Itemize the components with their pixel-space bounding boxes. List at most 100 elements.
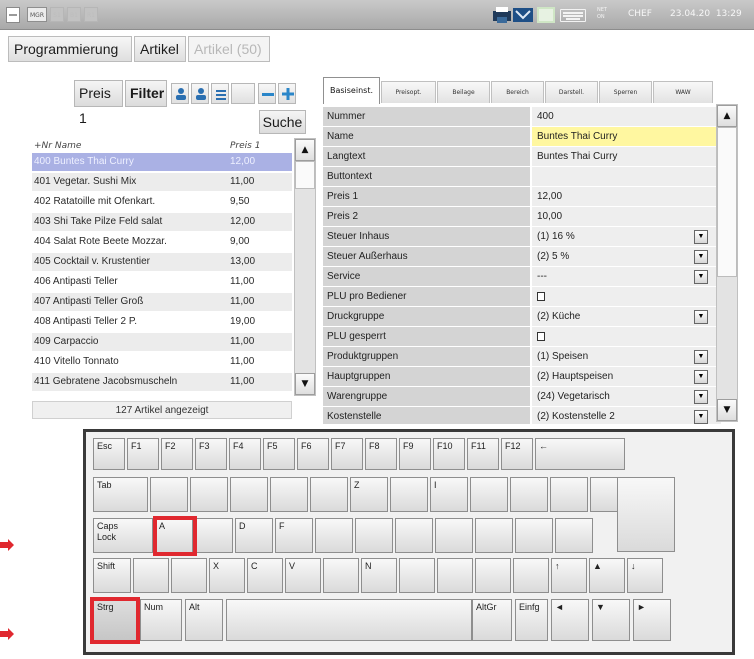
property-value[interactable] bbox=[532, 167, 721, 186]
key-f5[interactable]: F5 bbox=[263, 438, 295, 470]
list-item[interactable]: 409 Carpaccio 11,00 bbox=[32, 333, 292, 351]
key-f7[interactable]: F7 bbox=[331, 438, 363, 470]
dropdown-arrow-icon[interactable]: ▼ bbox=[694, 230, 708, 244]
key-f[interactable]: F bbox=[275, 518, 313, 553]
key[interactable] bbox=[437, 558, 473, 593]
key[interactable] bbox=[550, 477, 588, 512]
property-value[interactable]: 10,00 bbox=[532, 207, 721, 226]
property-value[interactable]: (2) Hauptspeisen ▼ bbox=[532, 367, 721, 386]
property-row[interactable]: Preis 2 10,00 bbox=[323, 207, 721, 227]
key[interactable] bbox=[515, 518, 553, 553]
key-d[interactable]: D bbox=[235, 518, 273, 553]
list-item[interactable]: 404 Salat Rote Beete Mozzar. 9,00 bbox=[32, 233, 292, 251]
property-value[interactable]: (2) 5 % ▼ bbox=[532, 247, 721, 266]
blank-icon[interactable] bbox=[231, 83, 255, 104]
key-f3[interactable]: F3 bbox=[195, 438, 227, 470]
property-row[interactable]: Buttontext bbox=[323, 167, 721, 187]
property-value[interactable]: (1) Speisen ▼ bbox=[532, 347, 721, 366]
station-tab-r1[interactable]: R1 bbox=[84, 7, 98, 22]
key-f4[interactable]: F4 bbox=[229, 438, 261, 470]
key-f9[interactable]: F9 bbox=[399, 438, 431, 470]
key-arrow-up[interactable]: ▲ bbox=[589, 558, 625, 593]
list-item[interactable]: 402 Ratatoille mit Ofenkart. 9,50 bbox=[32, 193, 292, 211]
key[interactable] bbox=[270, 477, 308, 512]
station-tab-s1[interactable]: S1 bbox=[50, 7, 64, 22]
property-value[interactable]: --- ▼ bbox=[532, 267, 721, 286]
key-i[interactable]: I bbox=[430, 477, 468, 512]
key[interactable] bbox=[395, 518, 433, 553]
key-esc[interactable]: Esc bbox=[93, 438, 125, 470]
key-backspace[interactable]: ← bbox=[535, 438, 625, 470]
tab-bereich[interactable]: Bereich bbox=[491, 81, 544, 103]
tab-sperren[interactable]: Sperren bbox=[599, 81, 652, 103]
key[interactable] bbox=[310, 477, 348, 512]
price-level-button[interactable]: Preis 1 bbox=[74, 80, 123, 126]
key-f10[interactable]: F10 bbox=[433, 438, 465, 470]
article-list[interactable]: 400 Buntes Thai Curry 12,00 401 Vegetar. S… bbox=[32, 153, 292, 399]
printer-icon[interactable] bbox=[491, 5, 513, 29]
scroll-thumb[interactable] bbox=[295, 161, 315, 189]
tab-beilage[interactable]: Beilage bbox=[437, 81, 490, 103]
key[interactable] bbox=[171, 558, 207, 593]
key-up[interactable]: ↑ bbox=[551, 558, 587, 593]
key[interactable] bbox=[150, 477, 188, 512]
key-f8[interactable]: F8 bbox=[365, 438, 397, 470]
property-row[interactable]: Preis 1 12,00 bbox=[323, 187, 721, 207]
breadcrumb-artikel[interactable]: Artikel bbox=[134, 36, 186, 62]
property-value[interactable]: (2) Kostenstelle 2 ▼ bbox=[532, 407, 721, 424]
list-item[interactable]: 408 Antipasti Teller 2 P. 19,00 bbox=[32, 313, 292, 331]
person-icon[interactable] bbox=[171, 83, 189, 104]
list-item[interactable]: 407 Antipasti Teller Groß 11,00 bbox=[32, 293, 292, 311]
key-down[interactable]: ↓ bbox=[627, 558, 663, 593]
key-einfg[interactable]: Einfg bbox=[515, 599, 548, 641]
list-icon[interactable] bbox=[211, 83, 229, 104]
property-row[interactable]: PLU gesperrt bbox=[323, 327, 721, 347]
tab-basiseinst[interactable]: Basiseinst. bbox=[323, 77, 380, 104]
property-row[interactable]: Langtext Buntes Thai Curry bbox=[323, 147, 721, 167]
property-value[interactable]: 12,00 bbox=[532, 187, 721, 206]
dropdown-arrow-icon[interactable]: ▼ bbox=[694, 390, 708, 404]
property-row[interactable]: Druckgruppe (2) Küche ▼ bbox=[323, 307, 721, 327]
property-row[interactable]: Steuer Außerhaus (2) 5 % ▼ bbox=[323, 247, 721, 267]
key-right[interactable]: ► bbox=[633, 599, 671, 641]
key[interactable] bbox=[195, 518, 233, 553]
list-scrollbar[interactable]: ▲ ▼ bbox=[294, 138, 316, 396]
key-capslock[interactable]: Caps Lock bbox=[93, 518, 153, 553]
property-row[interactable]: Warengruppe (24) Vegetarisch ▼ bbox=[323, 387, 721, 407]
scroll-down-button[interactable]: ▼ bbox=[295, 373, 315, 395]
station-tab-b1[interactable]: B1 bbox=[67, 7, 81, 22]
key-altgr[interactable]: AltGr bbox=[472, 599, 512, 641]
key-left[interactable]: ◄ bbox=[551, 599, 589, 641]
checkbox[interactable] bbox=[537, 332, 545, 341]
dropdown-arrow-icon[interactable]: ▼ bbox=[694, 250, 708, 264]
key[interactable] bbox=[435, 518, 473, 553]
key[interactable] bbox=[323, 558, 359, 593]
property-row[interactable]: Nummer 400 bbox=[323, 107, 721, 127]
property-row[interactable]: Produktgruppen (1) Speisen ▼ bbox=[323, 347, 721, 367]
key[interactable] bbox=[470, 477, 508, 512]
keyboard-icon[interactable] bbox=[560, 9, 586, 22]
breadcrumb-programmierung[interactable]: Programmierung bbox=[8, 36, 132, 62]
key-f6[interactable]: F6 bbox=[297, 438, 329, 470]
key-f1[interactable]: F1 bbox=[127, 438, 159, 470]
key[interactable] bbox=[513, 558, 549, 593]
key-num[interactable]: Num bbox=[140, 599, 182, 641]
list-item[interactable]: 411 Gebratene Jacobsmuscheln 11,00 bbox=[32, 373, 292, 391]
filter-button[interactable]: Filter bbox=[125, 80, 167, 107]
key[interactable] bbox=[315, 518, 353, 553]
key[interactable] bbox=[390, 477, 428, 512]
key-f2[interactable]: F2 bbox=[161, 438, 193, 470]
checkbox[interactable] bbox=[537, 292, 545, 301]
status-green-icon[interactable] bbox=[536, 5, 556, 29]
property-grid[interactable]: Nummer 400 Name Buntes Thai Curry Langtext Bu… bbox=[323, 107, 721, 424]
dropdown-arrow-icon[interactable]: ▼ bbox=[694, 350, 708, 364]
list-item[interactable]: 405 Cocktail v. Krustentier 13,00 bbox=[32, 253, 292, 271]
property-row[interactable]: PLU pro Bediener bbox=[323, 287, 721, 307]
property-row[interactable]: Name Buntes Thai Curry bbox=[323, 127, 721, 147]
property-row[interactable]: Steuer Inhaus (1) 16 % ▼ bbox=[323, 227, 721, 247]
key[interactable] bbox=[190, 477, 228, 512]
key[interactable] bbox=[355, 518, 393, 553]
property-value[interactable]: Buntes Thai Curry bbox=[532, 127, 721, 146]
column-header-price[interactable]: Preis 1 bbox=[230, 141, 260, 151]
property-value[interactable]: (2) Küche ▼ bbox=[532, 307, 721, 326]
